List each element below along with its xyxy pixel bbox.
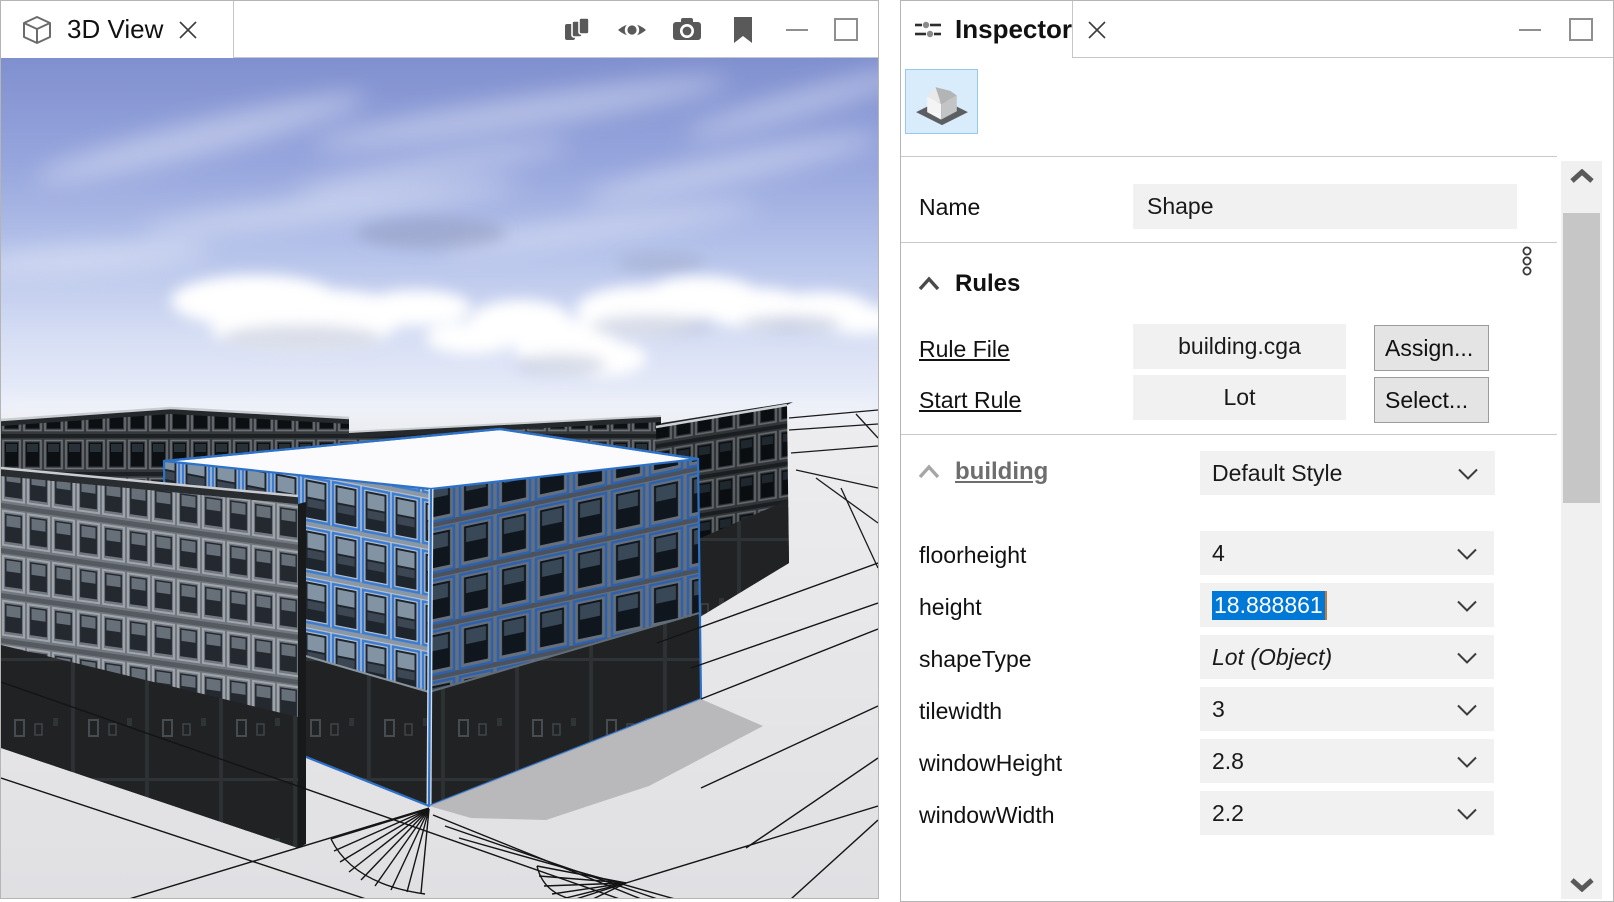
separator <box>901 434 1557 435</box>
attr-label-shapeType: shapeType <box>919 646 1032 673</box>
chevron-down-icon <box>1456 540 1478 567</box>
maximize-button[interactable] <box>1569 1 1593 58</box>
chevron-down-icon <box>1456 592 1478 619</box>
sky <box>1 58 878 416</box>
inspector-tabbar: Inspector <box>901 1 1613 58</box>
bookmark-icon[interactable] <box>729 1 757 58</box>
start-rule-link[interactable]: Start Rule <box>919 387 1021 414</box>
separator <box>901 156 1557 157</box>
style-value: Default Style <box>1212 460 1342 487</box>
rule-file-link[interactable]: Rule File <box>919 336 1010 363</box>
rules-section-header[interactable]: Rules <box>917 270 1020 298</box>
style-dropdown[interactable]: Default Style <box>1200 451 1495 495</box>
3d-viewport[interactable] <box>1 58 878 898</box>
rule-file-value: building.cga <box>1178 333 1301 360</box>
building-section-header[interactable]: building <box>917 458 1048 486</box>
separator <box>901 242 1557 243</box>
visibility-eye-icon[interactable] <box>615 1 649 58</box>
name-field[interactable]: Shape <box>1133 184 1517 229</box>
name-label: Name <box>919 194 980 221</box>
chevron-down-icon <box>1456 696 1478 723</box>
inspector-panel: Inspector Name <box>900 0 1614 902</box>
rules-title: Rules <box>955 270 1020 298</box>
start-rule-value: Lot <box>1224 384 1256 411</box>
tab-3d-view-label: 3D View <box>67 14 163 45</box>
select-button[interactable]: Select... <box>1374 377 1489 423</box>
tab-3d-view[interactable]: 3D View <box>1 1 234 58</box>
attr-dropdown-windowWidth[interactable]: 2.2 <box>1200 791 1494 835</box>
attr-dropdown-windowHeight[interactable]: 2.8 <box>1200 739 1494 783</box>
tab-inspector[interactable]: Inspector <box>901 1 1073 58</box>
layers-stack-icon[interactable] <box>561 1 593 58</box>
chevron-down-icon <box>1456 748 1478 775</box>
attr-dropdown-height[interactable]: 18.888861 <box>1200 583 1494 627</box>
chevron-up-icon <box>917 276 941 292</box>
start-rule-field[interactable]: Lot <box>1133 375 1346 420</box>
cityengine-window: 3D View <box>0 0 1614 902</box>
attr-label-tilewidth: tilewidth <box>919 698 1002 725</box>
building-title: building <box>955 458 1048 486</box>
cube-icon <box>21 14 53 46</box>
view3d-tabbar: 3D View <box>1 1 878 58</box>
view3d-panel: 3D View <box>0 0 879 899</box>
scrollbar-thumb[interactable] <box>1563 213 1600 503</box>
height-selected-value: 18.888861 <box>1212 591 1327 620</box>
chevron-up-icon <box>917 464 941 480</box>
rule-file-field[interactable]: building.cga <box>1133 324 1346 369</box>
scroll-down-arrow-icon[interactable] <box>1561 869 1602 899</box>
maximize-button[interactable] <box>834 1 858 58</box>
kebab-menu-icon[interactable] <box>1521 246 1533 285</box>
chevron-down-icon <box>1457 460 1479 487</box>
attr-dropdown-floorheight[interactable]: 4 <box>1200 531 1494 575</box>
snapshot-camera-icon[interactable] <box>669 1 705 58</box>
lot-shape-house-icon[interactable] <box>905 69 978 134</box>
name-value: Shape <box>1147 193 1214 220</box>
attr-label-windowWidth: windowWidth <box>919 802 1055 829</box>
chevron-down-icon <box>1456 644 1478 671</box>
close-icon[interactable] <box>177 19 199 41</box>
attr-label-windowHeight: windowHeight <box>919 750 1062 777</box>
minimize-button[interactable] <box>1519 1 1541 58</box>
sliders-icon <box>913 15 943 45</box>
tab-inspector-label: Inspector <box>955 14 1072 45</box>
chevron-down-icon <box>1456 800 1478 827</box>
close-icon[interactable] <box>1086 19 1108 41</box>
attr-dropdown-tilewidth[interactable]: 3 <box>1200 687 1494 731</box>
inspector-body: Name Shape Rules Rule File building.cga … <box>901 58 1613 901</box>
attr-label-height: height <box>919 594 982 621</box>
scroll-up-arrow-icon[interactable] <box>1561 161 1602 191</box>
assign-button[interactable]: Assign... <box>1374 325 1489 371</box>
attr-label-floorheight: floorheight <box>919 542 1026 569</box>
attr-dropdown-shapeType[interactable]: Lot (Object) <box>1200 635 1494 679</box>
minimize-button[interactable] <box>786 1 808 58</box>
inspector-scrollbar[interactable] <box>1561 161 1602 899</box>
